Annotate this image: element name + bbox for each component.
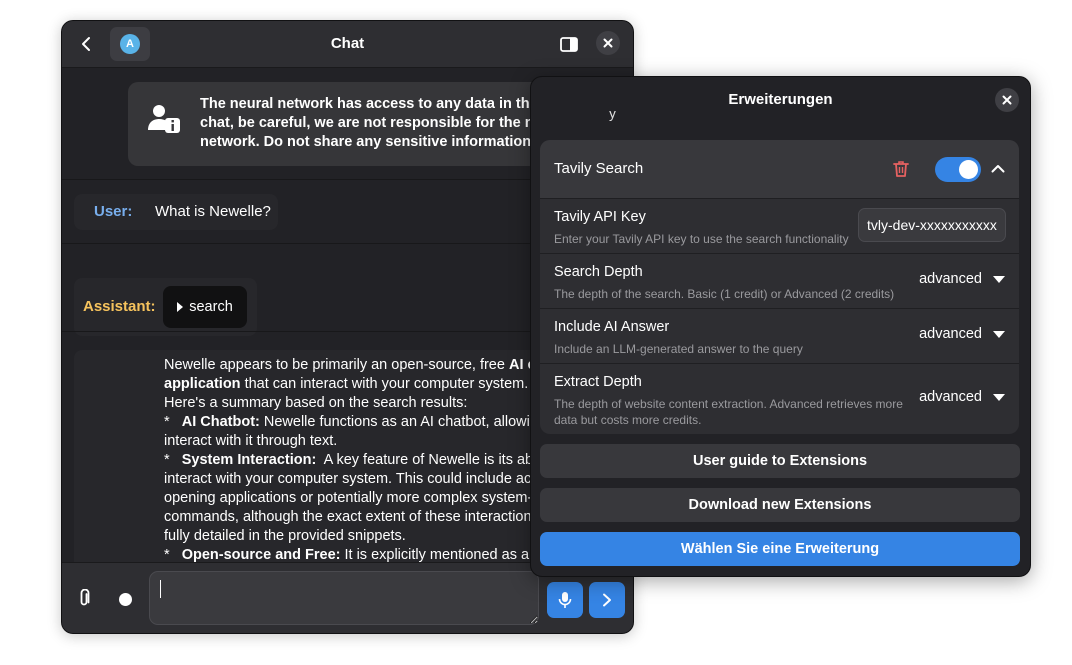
microphone-button[interactable] <box>547 582 583 618</box>
dialog-close-button[interactable] <box>995 88 1019 112</box>
user-guide-button[interactable]: User guide to Extensions <box>540 444 1020 478</box>
setting-title: Tavily API Key <box>554 209 646 225</box>
bullet-marker: * <box>164 547 182 563</box>
extension-card: Tavily Search Tavily API Key Enter your … <box>540 140 1019 434</box>
answer-bold-text: AI Chatbot: <box>181 414 260 430</box>
search-depth-dropdown[interactable]: advanced <box>919 271 1005 287</box>
choose-extension-button[interactable]: Wählen Sie eine Erweiterung <box>540 532 1020 566</box>
recording-dot-icon[interactable] <box>119 593 132 606</box>
assistant-label: Assistant: <box>83 298 156 315</box>
answer-line-text: that can interact with your computer sys… <box>240 376 529 392</box>
answer-line-text: commands, although the exact extent of t… <box>164 509 569 525</box>
answer-line-text: interact with your computer system. This… <box>164 471 588 487</box>
search-tool-expander[interactable]: search <box>163 286 247 328</box>
setting-subtitle: The depth of the search. Basic (1 credit… <box>554 287 895 301</box>
collapse-button[interactable] <box>990 160 1006 176</box>
chevron-left-icon <box>82 37 90 51</box>
avatar: A <box>120 34 140 54</box>
scrolled-text-fragment: y <box>609 111 616 121</box>
answer-line-text: opening applications or potentially more… <box>164 490 563 506</box>
trash-icon <box>893 161 909 177</box>
message-input[interactable] <box>149 571 539 625</box>
setting-extract-depth: Extract Depth The depth of website conte… <box>540 363 1019 434</box>
answer-bold-text: System Interaction: <box>181 452 317 468</box>
extension-header-row[interactable]: Tavily Search <box>540 140 1019 198</box>
dropdown-arrow-icon <box>993 330 1005 338</box>
assistant-message: Assistant: search <box>74 278 257 336</box>
answer-line-text: fully detailed in the provided snippets. <box>164 528 406 544</box>
toggle-sidebar-button[interactable] <box>555 31 583 57</box>
sidebar-icon <box>560 36 578 52</box>
setting-search-depth: Search Depth The depth of the search. Ba… <box>540 253 1019 309</box>
bullet-marker: * <box>164 414 182 430</box>
extension-enable-toggle[interactable] <box>935 157 981 182</box>
text-caret <box>160 580 161 598</box>
extract-depth-dropdown[interactable]: advanced <box>919 389 1005 405</box>
dialog-title: Erweiterungen <box>728 91 833 108</box>
answer-line-text: interact with it through text. <box>164 433 338 449</box>
chevron-up-icon <box>991 164 1005 172</box>
answer-line-text: Here's a summary based on the search res… <box>164 395 468 411</box>
setting-subtitle: Include an LLM-generated answer to the q… <box>554 342 803 356</box>
answer-bold-text: Open-source and Free: <box>181 547 341 563</box>
close-icon <box>603 38 613 48</box>
setting-api-key: Tavily API Key Enter your Tavily API key… <box>540 198 1019 254</box>
user-message-text: What is Newelle? <box>155 203 271 220</box>
chat-header: Chat A <box>62 21 633 68</box>
chevron-right-icon <box>603 593 611 607</box>
user-info-icon <box>148 105 180 133</box>
dropdown-value: advanced <box>919 271 982 287</box>
close-icon <box>1002 95 1012 105</box>
dropdown-value: advanced <box>919 326 982 342</box>
attach-button[interactable] <box>73 587 95 609</box>
back-button[interactable] <box>72 29 100 59</box>
setting-title: Search Depth <box>554 264 643 280</box>
setting-subtitle: The depth of website content extraction.… <box>554 397 903 427</box>
send-button[interactable] <box>589 582 625 618</box>
setting-title: Extract Depth <box>554 374 642 390</box>
toggle-knob <box>959 160 978 179</box>
search-tool-label: search <box>189 299 233 315</box>
extensions-dialog: Erweiterungen y Tavily Search Tavily API… <box>530 76 1031 577</box>
answer-line-text: Newelle appears to be primarily an open-… <box>164 357 509 373</box>
download-extensions-button[interactable]: Download new Extensions <box>540 488 1020 522</box>
dropdown-arrow-icon <box>993 393 1005 401</box>
close-button[interactable] <box>596 31 620 55</box>
dropdown-arrow-icon <box>993 275 1005 283</box>
expand-triangle-icon <box>177 302 184 312</box>
api-key-input[interactable] <box>858 208 1006 242</box>
extension-name: Tavily Search <box>554 160 644 177</box>
user-label: User: <box>94 203 133 220</box>
user-message: User: What is Newelle? <box>74 194 278 230</box>
answer-bold-text: application <box>164 376 241 392</box>
dropdown-value: advanced <box>919 389 982 405</box>
profile-button[interactable]: A <box>110 27 150 61</box>
microphone-icon <box>558 592 572 608</box>
setting-include-ai-answer: Include AI Answer Include an LLM-generat… <box>540 308 1019 364</box>
setting-subtitle: Enter your Tavily API key to use the sea… <box>554 232 849 246</box>
include-ai-answer-dropdown[interactable]: advanced <box>919 326 1005 342</box>
delete-extension-button[interactable] <box>890 158 912 180</box>
setting-title: Include AI Answer <box>554 319 670 335</box>
paperclip-icon <box>80 589 90 606</box>
bullet-marker: * <box>164 452 182 468</box>
